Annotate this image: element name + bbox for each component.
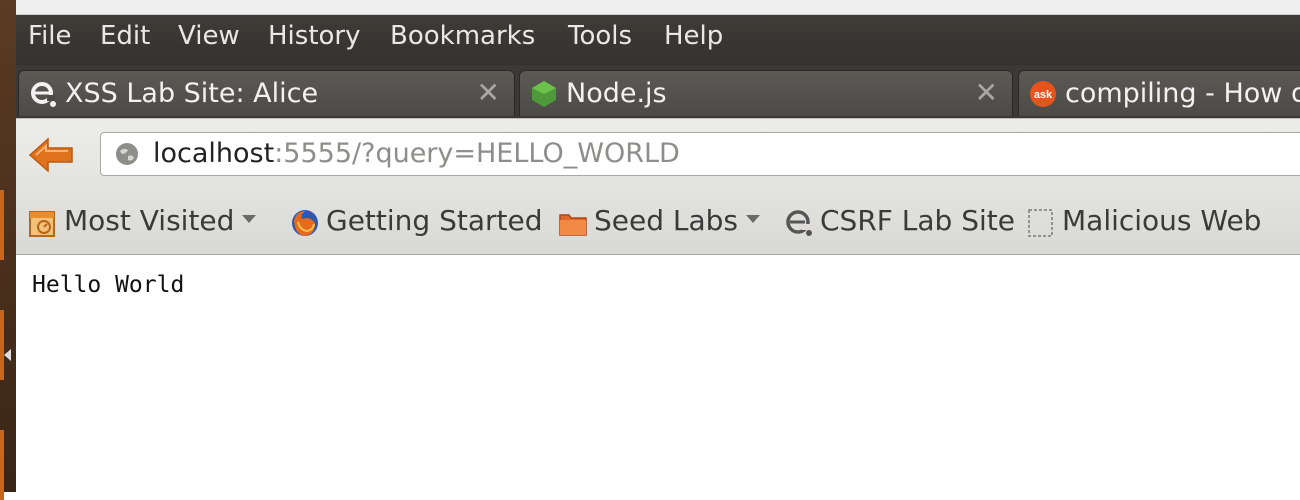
- url-path: :5555/?query=HELLO_WORLD: [274, 138, 680, 169]
- back-arrow-icon[interactable]: [28, 137, 74, 173]
- page-content: Hello World: [16, 255, 1300, 492]
- chevron-down-icon: [242, 215, 257, 223]
- bookmark-label: CSRF Lab Site: [820, 204, 1015, 237]
- nodejs-icon: [532, 81, 556, 107]
- bookmark-label: Seed Labs: [594, 204, 761, 237]
- most-visited-icon: [29, 211, 55, 237]
- menu-help[interactable]: Help: [664, 21, 723, 51]
- ask-icon: ask: [1030, 81, 1056, 107]
- tab-xss-lab-site[interactable]: XSS Lab Site: Alice ✕: [18, 70, 515, 116]
- desktop-launcher: [0, 0, 16, 500]
- menu-bookmarks[interactable]: Bookmarks: [390, 21, 535, 51]
- menu-tools[interactable]: Tools: [568, 21, 632, 51]
- tab-compiling[interactable]: ask compiling - How d: [1018, 70, 1300, 116]
- globe-icon: [116, 143, 138, 165]
- launcher-indicator: [0, 430, 4, 500]
- tab-label: compiling - How d: [1065, 78, 1300, 109]
- url-bar[interactable]: localhost:5555/?query=HELLO_WORLD: [100, 132, 1300, 176]
- tab-close-icon[interactable]: ✕: [477, 76, 500, 109]
- bookmark-label: Getting Started: [326, 204, 543, 237]
- menu-file[interactable]: File: [28, 21, 72, 51]
- folder-icon: [559, 214, 587, 236]
- chevron-down-icon: [746, 215, 761, 223]
- url-host: localhost: [153, 138, 275, 169]
- tab-label: Node.js: [566, 78, 667, 109]
- page-body-text: Hello World: [32, 272, 185, 298]
- blank-page-icon: [1028, 209, 1053, 237]
- tab-nodejs[interactable]: Node.js ✕: [519, 70, 1013, 116]
- launcher-indicator: [0, 310, 4, 380]
- elgg-icon: [786, 210, 812, 236]
- tab-strip: XSS Lab Site: Alice ✕ Node.js ✕ ask comp…: [16, 65, 1300, 118]
- menu-bar: File Edit View History Bookmarks Tools H…: [16, 15, 1300, 65]
- elgg-icon: [31, 82, 56, 107]
- tab-label: XSS Lab Site: Alice: [65, 78, 319, 109]
- menu-edit[interactable]: Edit: [100, 21, 150, 51]
- menu-history[interactable]: History: [268, 21, 361, 51]
- tab-close-icon[interactable]: ✕: [975, 76, 998, 109]
- svg-text:ask: ask: [1034, 89, 1053, 101]
- launcher-arrow-icon: [4, 349, 11, 361]
- window-top-edge: [0, 0, 1300, 15]
- launcher-indicator: [0, 190, 4, 260]
- bookmark-label: Most Visited: [64, 204, 257, 237]
- bookmark-label: Malicious Web: [1062, 204, 1262, 237]
- menu-view[interactable]: View: [178, 21, 240, 51]
- navigation-bar: localhost:5555/?query=HELLO_WORLD: [16, 118, 1300, 191]
- bookmarks-toolbar: Most Visited Getting Started Seed Labs C…: [16, 190, 1300, 255]
- url-text: localhost:5555/?query=HELLO_WORLD: [153, 138, 680, 169]
- firefox-icon: [292, 210, 318, 236]
